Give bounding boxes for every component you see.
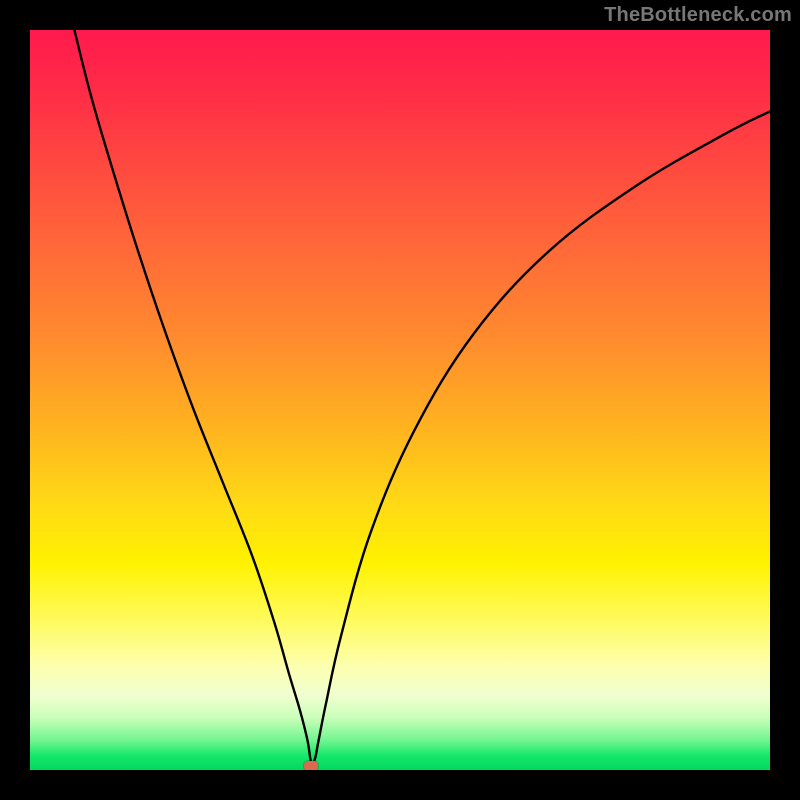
- plot-area: [30, 30, 770, 770]
- chart-frame: TheBottleneck.com: [0, 0, 800, 800]
- minimum-marker-icon: [304, 761, 318, 770]
- watermark-text: TheBottleneck.com: [604, 4, 792, 27]
- curve-layer: [30, 30, 770, 770]
- curve-path: [74, 30, 770, 764]
